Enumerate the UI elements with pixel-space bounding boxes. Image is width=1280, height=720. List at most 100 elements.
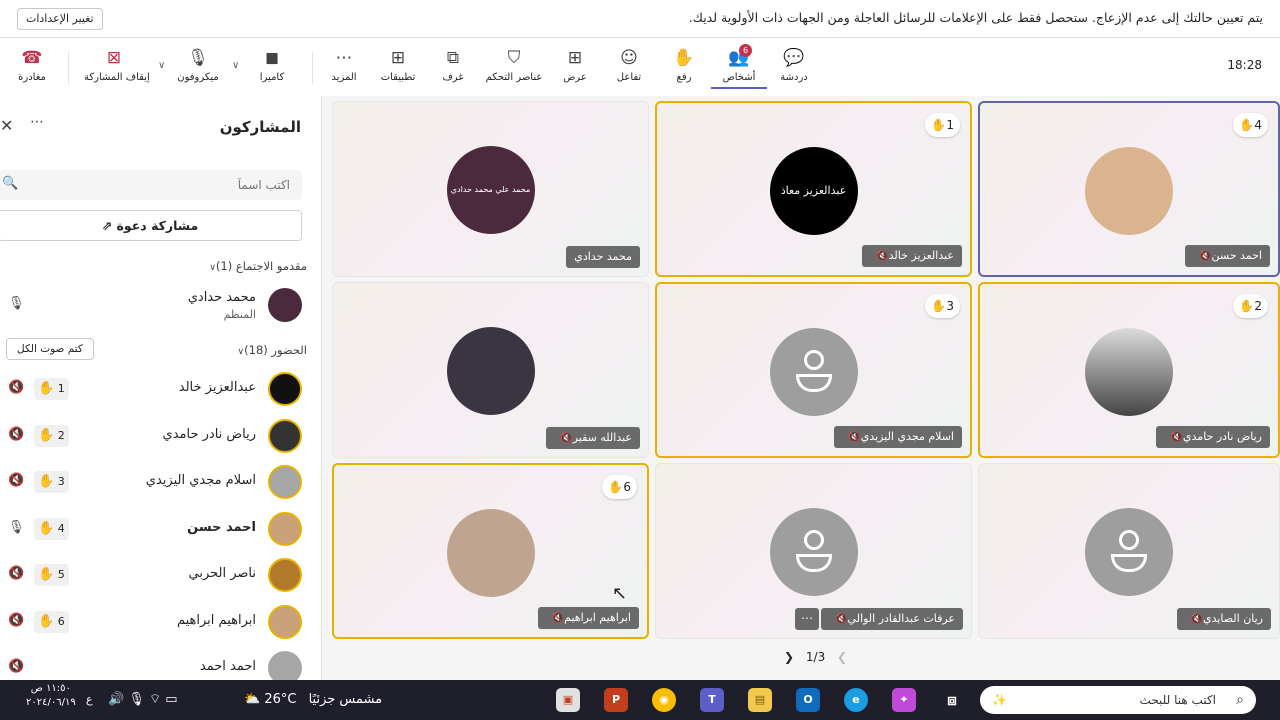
video-tile[interactable]: ✋6 ابراهيم ابراهيم🔇: [332, 463, 649, 639]
raised-hand-badge: ✋ 5: [34, 564, 69, 586]
hand-icon: ✋: [931, 118, 947, 132]
avatar: [268, 558, 302, 592]
meeting-timer: 18:28: [1227, 58, 1262, 72]
outlook-icon[interactable]: O: [796, 688, 820, 712]
view-button[interactable]: ⊞ عرض: [547, 46, 603, 83]
presenters-section-header[interactable]: مقدمو الاجتماع (1)∨: [203, 259, 307, 273]
microphone-icon: 🎙: [8, 296, 25, 311]
chat-button[interactable]: 💬 دردشة: [766, 46, 822, 83]
input-language[interactable]: ع: [86, 686, 93, 714]
more-options-icon[interactable]: ⋯: [30, 114, 44, 130]
participant-row[interactable]: اسلام مجدي اليزيدي ✋ 3 🔇: [0, 461, 320, 507]
sun-cloud-icon: ⛅: [244, 692, 261, 707]
camera-button[interactable]: ◼ كاميرا: [244, 46, 300, 83]
rooms-button[interactable]: ⧉ غرف: [425, 46, 481, 83]
microphone-off-icon: 🔇: [876, 251, 889, 262]
hand-icon: ✋: [38, 381, 55, 396]
participant-name: احمد احمد: [199, 659, 256, 674]
teams-icon[interactable]: T: [700, 688, 724, 712]
raised-hand-badge: ✋2: [1233, 294, 1268, 318]
mic-options-chevron-icon[interactable]: ∨: [158, 60, 165, 71]
copilot-icon[interactable]: ✦: [892, 688, 916, 712]
raise-hand-button[interactable]: ✋ رفع: [656, 46, 712, 83]
participant-row[interactable]: رياض نادر حامدي ✋ 2 🔇: [0, 415, 320, 461]
file-explorer-icon[interactable]: ▤: [748, 688, 772, 712]
camera-options-chevron-icon[interactable]: ∨: [232, 60, 239, 71]
video-tile[interactable]: عبدالله سقير🔇: [332, 282, 649, 458]
participant-name: رياض نادر حامدي: [162, 426, 256, 442]
taskbar-clock[interactable]: ١١:٥٠ ص ٢٠٢٤/٠٦/١٩: [26, 682, 76, 710]
taskbar-search-box[interactable]: ⌕ اكتب هنا للبحث ✨: [980, 686, 1256, 714]
tile-more-options-icon[interactable]: ⋯: [795, 608, 819, 630]
microphone-off-icon: 🔇: [8, 426, 25, 442]
people-button[interactable]: 👥 6 أشخاص: [711, 44, 767, 89]
controls-button[interactable]: ⛉ عناصر التحكم: [484, 46, 544, 83]
close-icon[interactable]: ✕: [0, 116, 13, 135]
video-tile[interactable]: عبدالعزيز معاذ ✋1 عبدالعزيز خالد🔇: [655, 101, 972, 277]
snip-app-icon[interactable]: ▣: [556, 688, 580, 712]
chat-bubble-icon: 💬: [783, 48, 805, 68]
avatar: [268, 651, 302, 680]
weather-widget[interactable]: ⛅ 26°C مشمس جزئيًا: [244, 686, 382, 714]
hand-icon: ✋: [608, 480, 624, 494]
gallery-pager: ❯ 1/3 ❮: [784, 650, 848, 664]
avatar: [268, 288, 302, 322]
mute-all-button[interactable]: كتم صوت الكل: [6, 338, 94, 360]
participant-row-organizer[interactable]: محمد حدادي المنظم 🎙: [0, 284, 320, 330]
microphone-button[interactable]: 🎙 ميكروفون: [170, 46, 226, 83]
avatar: [1085, 147, 1173, 235]
video-tile[interactable]: ✋2 رياض نادر حامدي🔇: [978, 282, 1280, 458]
more-button[interactable]: ⋯ المزيد: [316, 46, 372, 83]
microphone-off-icon: 🔇: [8, 612, 25, 628]
microphone-off-icon: 🔇: [8, 380, 25, 395]
apps-button[interactable]: ⊞ تطبيقات: [370, 46, 426, 83]
raised-hand-badge: ✋6: [602, 475, 637, 499]
attendees-section-header[interactable]: الحضور (18)∨: [232, 343, 307, 357]
stop-share-icon: ⊠: [106, 48, 122, 68]
video-tile[interactable]: عرفات عبدالقادر الوالي🔇 ⋯: [655, 463, 972, 639]
participant-name-label: عبدالعزيز خالد🔇: [862, 245, 962, 267]
next-page-icon[interactable]: ❯: [784, 650, 794, 664]
participant-row[interactable]: عبدالعزيز خالد ✋ 1 🔇: [0, 368, 320, 414]
react-button[interactable]: ☺ تفاعل: [601, 46, 657, 83]
hand-icon: ✋: [1239, 118, 1255, 132]
share-invite-button[interactable]: مشاركة دعوة ⇗: [0, 210, 302, 241]
avatar: [1085, 508, 1173, 596]
microphone-off-icon: 🔇: [1190, 614, 1203, 625]
hand-icon: ✋: [38, 520, 55, 536]
video-tile[interactable]: ريان الصايدي🔇: [978, 463, 1280, 639]
avatar: عبدالعزيز معاذ: [769, 147, 858, 235]
microphone-icon: 🎙: [8, 519, 25, 535]
change-settings-button[interactable]: تغيير الإعدادات: [17, 8, 103, 30]
video-tile[interactable]: ✋3 اسلام مجدي اليزيدي🔇: [655, 282, 972, 458]
raised-hand-badge: ✋1: [925, 113, 960, 137]
microphone-off-icon: 🔇: [551, 613, 565, 624]
participants-panel: ✕ ⋯ المشاركون 🔍 مشاركة دعوة ⇗ مقدمو الاج…: [0, 96, 322, 680]
video-tile[interactable]: محمد علي محمد حدادي محمد حدادي: [332, 101, 649, 277]
participant-row[interactable]: احمد احمد 🔇: [0, 647, 320, 680]
leave-button[interactable]: ☎ مغادرة: [4, 46, 60, 83]
powerpoint-icon[interactable]: P: [604, 688, 628, 712]
participant-name: اسلام مجدي اليزيدي: [145, 473, 256, 488]
edge-icon[interactable]: e: [844, 688, 868, 712]
microphone-off-icon: 🔇: [8, 566, 25, 581]
participant-row[interactable]: ابراهيم ابراهيم ✋ 6 🔇: [0, 601, 320, 647]
participant-name: ابراهيم ابراهيم: [176, 612, 256, 628]
prev-page-icon[interactable]: ❮: [837, 650, 847, 664]
participant-row[interactable]: احمد حسن ✋ 4 🎙: [0, 508, 320, 554]
avatar: [268, 418, 302, 453]
hand-icon: ✋: [38, 567, 55, 582]
participant-search-input[interactable]: [0, 170, 302, 200]
participant-row[interactable]: ناصر الحربي ✋ 5 🔇: [0, 554, 320, 600]
avatar: [268, 511, 302, 546]
video-tile[interactable]: ✋4 احمد حسن🔇: [978, 101, 1280, 277]
microphone-off-icon: 🔇: [835, 614, 848, 625]
stop-share-button[interactable]: ⊠ إيقاف المشاركة: [84, 46, 150, 83]
emoji-icon: ☺: [620, 48, 638, 68]
task-view-icon[interactable]: ⧈: [940, 688, 964, 712]
raised-hand-badge: ✋ 6: [34, 610, 69, 633]
add-app-icon: ⊞: [390, 48, 406, 68]
system-tray-icons[interactable]: 🔊 🎙 ⌔ ▭: [108, 686, 178, 714]
microphone-off-icon: 🔇: [848, 432, 861, 443]
chrome-icon[interactable]: ◉: [652, 688, 676, 712]
